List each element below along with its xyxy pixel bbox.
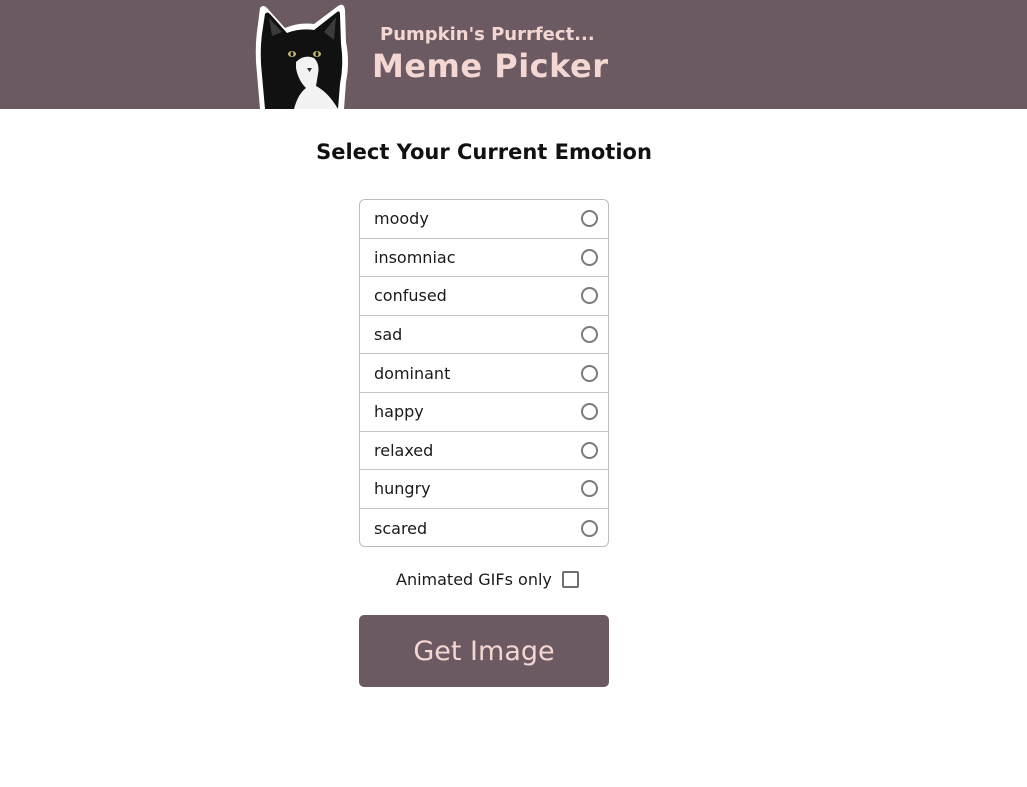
emotion-label: hungry [374, 479, 431, 499]
emotion-option-sad[interactable]: sad [360, 316, 608, 355]
radio-button[interactable] [581, 403, 598, 421]
emotion-label: sad [374, 325, 403, 345]
page-heading: Select Your Current Emotion [316, 140, 652, 164]
radio-button[interactable] [581, 248, 598, 266]
cat-logo-icon [255, 4, 348, 109]
radio-button[interactable] [581, 480, 598, 498]
radio-button[interactable] [581, 364, 598, 382]
emotion-label: confused [374, 286, 447, 306]
emotion-label: insomniac [374, 247, 456, 267]
header-subtitle: Pumpkin's Purrfect... [380, 24, 595, 45]
emotion-option-relaxed[interactable]: relaxed [360, 432, 608, 471]
radio-button[interactable] [581, 287, 598, 305]
emotion-option-dominant[interactable]: dominant [360, 354, 608, 393]
emotion-label: dominant [374, 363, 451, 383]
emotion-label: scared [374, 518, 428, 538]
gifs-only-label: Animated GIFs only [396, 570, 552, 589]
site-header: Pumpkin's Purrfect... Meme Picker [0, 0, 1027, 109]
gifs-only-checkbox[interactable] [561, 571, 579, 588]
emotion-option-scared[interactable]: scared [360, 509, 608, 546]
emotion-label: happy [374, 402, 424, 422]
gifs-only-option[interactable]: Animated GIFs only [396, 570, 579, 589]
emotion-option-hungry[interactable]: hungry [360, 470, 608, 509]
emotion-label: moody [374, 209, 429, 229]
emotion-option-moody[interactable]: moody [360, 200, 608, 239]
emotion-option-insomniac[interactable]: insomniac [360, 239, 608, 278]
header-title: Meme Picker [372, 47, 609, 85]
emotion-radio-list: moody insomniac confused sad dominant ha… [359, 199, 609, 547]
emotion-option-confused[interactable]: confused [360, 277, 608, 316]
emotion-option-happy[interactable]: happy [360, 393, 608, 432]
radio-button[interactable] [581, 441, 598, 459]
radio-button[interactable] [581, 326, 598, 344]
radio-button[interactable] [581, 519, 598, 537]
radio-button[interactable] [581, 210, 598, 228]
emotion-label: relaxed [374, 440, 434, 460]
get-image-button[interactable]: Get Image [359, 615, 609, 687]
